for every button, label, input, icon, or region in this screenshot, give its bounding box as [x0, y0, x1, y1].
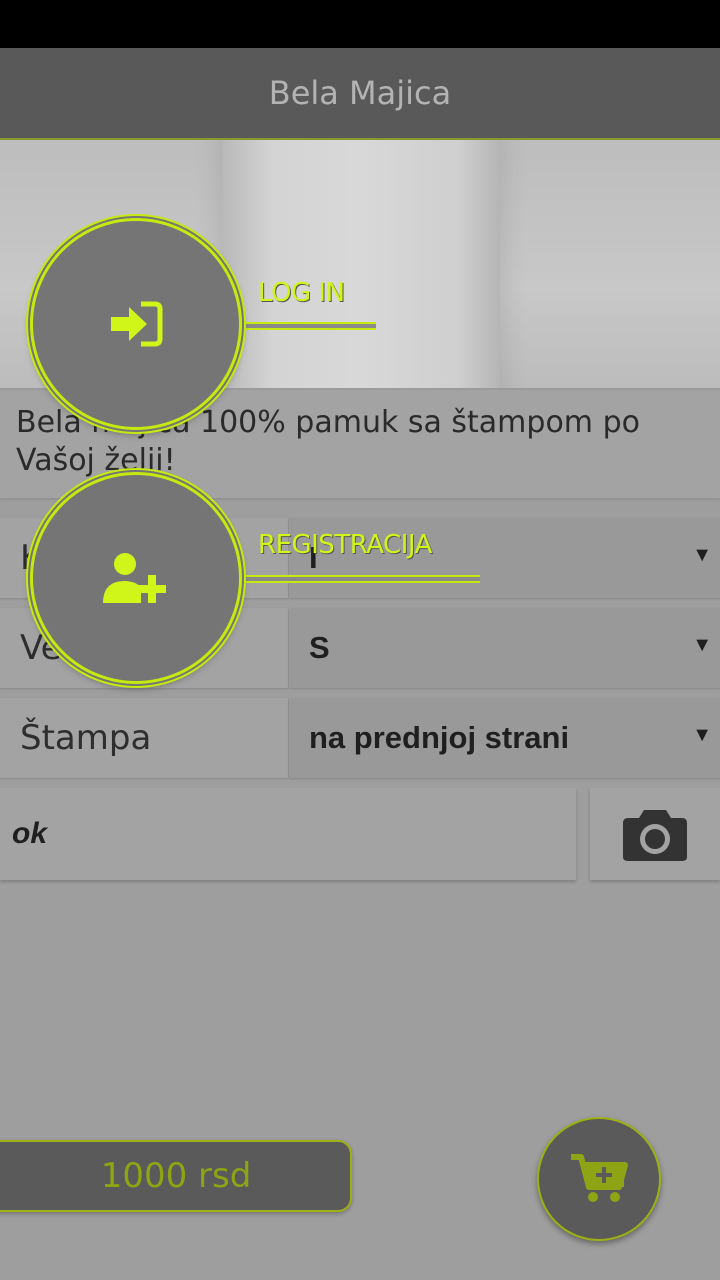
price-badge: 1000 rsd	[0, 1140, 352, 1212]
register-connector	[236, 575, 480, 583]
login-button[interactable]	[30, 218, 242, 430]
login-label[interactable]: LOG IN	[258, 278, 345, 308]
dropdown-arrow-icon: ▼	[692, 634, 712, 656]
camera-button[interactable]	[590, 788, 720, 880]
tshirt-image	[222, 140, 500, 388]
option-label-text: Štampa	[20, 718, 152, 758]
price-text: 1000 rsd	[100, 1156, 252, 1196]
note-input[interactable]: ok	[0, 788, 576, 880]
register-button[interactable]	[30, 472, 242, 684]
size-select-value: S	[309, 630, 330, 665]
option-label-print: Štampa	[0, 698, 288, 778]
dropdown-arrow-icon: ▼	[692, 544, 712, 566]
page-title: Bela Majica	[268, 74, 452, 112]
register-label[interactable]: REGISTRACIJA	[258, 530, 432, 560]
option-row-print: Štampa na prednjoj strani ▼	[0, 698, 720, 778]
cart-plus-icon	[571, 1154, 628, 1202]
note-input-value: ok	[12, 817, 48, 850]
add-to-cart-button[interactable]	[537, 1117, 661, 1241]
print-select[interactable]: na prednjoj strani ▼	[289, 698, 720, 778]
login-connector	[236, 322, 376, 330]
size-select[interactable]: S ▼	[289, 608, 720, 688]
status-bar	[0, 0, 720, 48]
user-plus-icon	[103, 553, 166, 603]
app-bar: Bela Majica	[0, 48, 720, 140]
dropdown-arrow-icon: ▼	[692, 724, 712, 746]
camera-icon	[623, 810, 687, 861]
print-select-value: na prednjoj strani	[309, 720, 570, 755]
sign-in-icon	[111, 301, 163, 347]
